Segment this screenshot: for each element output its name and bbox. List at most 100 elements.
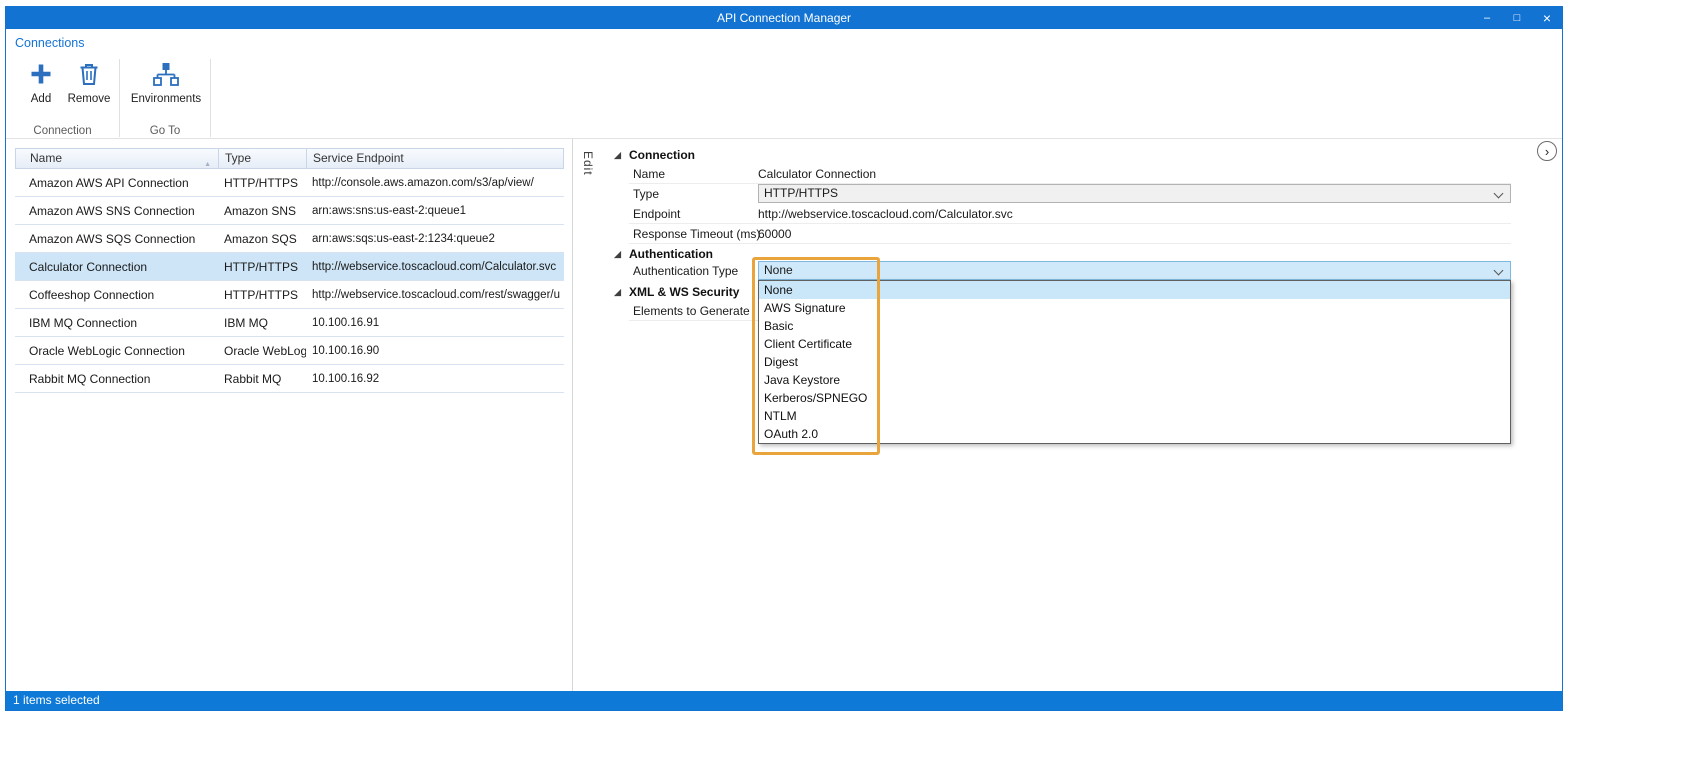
table-row[interactable]: Oracle WebLogic Connection Oracle WebLog… (15, 337, 564, 365)
cell-name: Amazon AWS SNS Connection (15, 204, 218, 218)
column-header-type-label: Type (225, 151, 251, 165)
table-header: Name ▲ Type Service Endpoint (15, 148, 564, 169)
cell-name: Calculator Connection (15, 260, 218, 274)
expanded-indicator-icon (613, 288, 622, 297)
cell-type: HTTP/HTTPS (218, 176, 306, 190)
app-window: API Connection Manager – □ × Connections… (5, 6, 1563, 711)
window-controls: – □ × (1472, 7, 1562, 29)
remove-button-label: Remove (68, 93, 111, 105)
dropdown-option[interactable]: Java Keystore (759, 371, 1510, 389)
environments-icon (151, 61, 181, 87)
edit-side-tab[interactable]: Edit (581, 151, 595, 176)
cell-name: Rabbit MQ Connection (15, 372, 218, 386)
table-row[interactable]: Amazon AWS API Connection HTTP/HTTPS htt… (15, 169, 564, 197)
property-row-type: Type HTTP/HTTPS (629, 184, 1511, 204)
maximize-button[interactable]: □ (1502, 7, 1532, 29)
cell-endpoint: http://webservice.toscacloud.com/Calcula… (306, 261, 560, 273)
property-row-endpoint: Endpoint http://webservice.toscacloud.co… (629, 204, 1511, 224)
cell-name: Amazon AWS API Connection (15, 176, 218, 190)
add-button-label: Add (31, 93, 51, 105)
ribbon: Connections Add Remove (6, 29, 1562, 139)
environments-button[interactable]: Environments (122, 59, 210, 105)
column-header-endpoint[interactable]: Service Endpoint (307, 149, 561, 168)
column-header-name-label: Name (30, 151, 62, 165)
trash-icon (76, 61, 102, 87)
cell-type: HTTP/HTTPS (218, 260, 306, 274)
plus-icon (28, 61, 54, 87)
cell-name: IBM MQ Connection (15, 316, 218, 330)
chevron-right-icon: › (1545, 144, 1549, 159)
cell-endpoint: 10.100.16.92 (306, 373, 560, 385)
name-field[interactable]: Calculator Connection (758, 167, 1507, 181)
tab-connections[interactable]: Connections (15, 36, 85, 50)
column-header-name[interactable]: Name ▲ (16, 149, 219, 168)
column-header-type[interactable]: Type (219, 149, 307, 168)
dropdown-option[interactable]: Basic (759, 317, 1510, 335)
collapse-panel-button[interactable]: › (1537, 141, 1557, 161)
cell-endpoint: http://console.aws.amazon.com/s3/ap/view… (306, 177, 560, 189)
section-connection-label: Connection (629, 148, 695, 162)
cell-name: Coffeeshop Connection (15, 288, 218, 302)
cell-endpoint: arn:aws:sns:us-east-2:queue1 (306, 205, 560, 217)
minimize-button[interactable]: – (1472, 7, 1502, 29)
section-connection-header[interactable]: Connection (613, 147, 695, 163)
auth-type-dropdown-list: None AWS Signature Basic Client Certific… (758, 280, 1511, 444)
type-combobox[interactable]: HTTP/HTTPS (758, 184, 1511, 203)
window-title: API Connection Manager (6, 7, 1562, 29)
endpoint-field[interactable]: http://webservice.toscacloud.com/Calcula… (758, 207, 1507, 221)
dropdown-option[interactable]: Digest (759, 353, 1510, 371)
group-label-connection: Connection (6, 125, 119, 137)
property-row-name: Name Calculator Connection (629, 164, 1511, 184)
table-row[interactable]: IBM MQ Connection IBM MQ 10.100.16.91 (15, 309, 564, 337)
type-combobox-value: HTTP/HTTPS (764, 186, 838, 200)
desktop-background: API Connection Manager – □ × Connections… (0, 0, 1703, 775)
cell-type: Oracle WebLogic (218, 344, 306, 358)
cell-name: Oracle WebLogic Connection (15, 344, 218, 358)
environments-button-label: Environments (131, 93, 201, 105)
cell-type: Amazon SNS (218, 204, 306, 218)
close-button[interactable]: × (1532, 7, 1562, 29)
chevron-down-icon (1494, 189, 1504, 199)
dropdown-option[interactable]: None (759, 281, 1510, 299)
dropdown-option[interactable]: Client Certificate (759, 335, 1510, 353)
property-label: Elements to Generate (633, 304, 755, 318)
property-row-auth-type: Authentication Type None (629, 261, 1511, 281)
cell-type: HTTP/HTTPS (218, 288, 306, 302)
column-header-endpoint-label: Service Endpoint (313, 151, 404, 165)
main-area: Name ▲ Type Service Endpoint Amazon AWS … (6, 139, 1562, 691)
dropdown-option[interactable]: OAuth 2.0 (759, 425, 1510, 443)
cell-endpoint: 10.100.16.91 (306, 317, 560, 329)
property-row-response-timeout: Response Timeout (ms) 60000 (629, 224, 1511, 244)
cell-endpoint: arn:aws:sqs:us-east-2:1234:queue2 (306, 233, 560, 245)
section-authentication-label: Authentication (629, 247, 713, 261)
section-xml-ws-security-header[interactable]: XML & WS Security (613, 284, 739, 300)
dropdown-option[interactable]: NTLM (759, 407, 1510, 425)
property-label: Response Timeout (ms) (633, 227, 755, 241)
property-label: Endpoint (633, 207, 755, 221)
edit-strip: Edit (573, 139, 603, 691)
status-bar: 1 items selected (6, 691, 1562, 710)
auth-type-combobox-value: None (764, 263, 793, 277)
remove-button[interactable]: Remove (60, 59, 118, 105)
table-row[interactable]: Calculator Connection HTTP/HTTPS http://… (15, 253, 564, 281)
auth-type-combobox[interactable]: None (758, 261, 1511, 280)
dropdown-option[interactable]: Kerberos/SPNEGO (759, 389, 1510, 407)
status-text: 1 items selected (13, 693, 100, 707)
chevron-down-icon (1494, 266, 1504, 276)
cell-endpoint: http://webservice.toscacloud.com/rest/sw… (306, 289, 560, 301)
property-label: Name (633, 167, 755, 181)
toolbar: Add Remove (6, 59, 1562, 139)
section-authentication-header[interactable]: Authentication (613, 246, 713, 262)
table-row[interactable]: Amazon AWS SQS Connection Amazon SQS arn… (15, 225, 564, 253)
response-timeout-field[interactable]: 60000 (758, 227, 1507, 241)
dropdown-option[interactable]: AWS Signature (759, 299, 1510, 317)
group-label-goto: Go To (119, 125, 211, 137)
table-row[interactable]: Rabbit MQ Connection Rabbit MQ 10.100.16… (15, 365, 564, 393)
expanded-indicator-icon (613, 250, 622, 259)
sort-ascending-icon: ▲ (204, 155, 211, 174)
table-row[interactable]: Coffeeshop Connection HTTP/HTTPS http://… (15, 281, 564, 309)
property-label: Type (633, 187, 755, 201)
table-row[interactable]: Amazon AWS SNS Connection Amazon SNS arn… (15, 197, 564, 225)
cell-type: Rabbit MQ (218, 372, 306, 386)
edit-pane: › Connection Name Calculator Connection … (603, 139, 1562, 691)
